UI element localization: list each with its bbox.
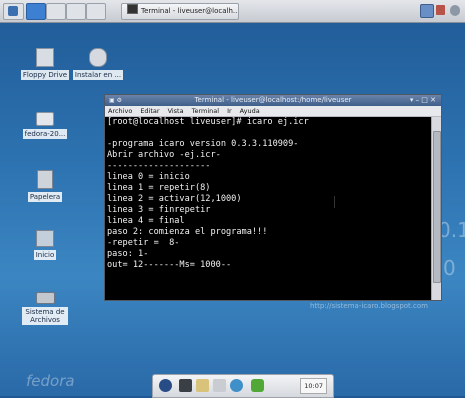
terminal-line: linea 1 = repetir(8) — [107, 183, 211, 193]
text-cursor-icon — [334, 196, 335, 208]
terminal-line: linea 3 = finrepetir — [107, 205, 211, 215]
browser-launcher-icon[interactable] — [230, 379, 243, 392]
terminal-line: Abrir archivo -ej.icr- — [107, 150, 221, 160]
fedora-logo-text: fedora — [26, 372, 75, 390]
terminal-launcher-icon[interactable] — [179, 379, 192, 392]
desktop-icon-label: Floppy Drive — [20, 70, 70, 80]
desktop-icon-installer[interactable]: Instalar en ... — [71, 48, 125, 80]
menu-archivo[interactable]: Archivo — [108, 107, 132, 115]
desktop-icon-fedora-disk[interactable]: fedora-20... — [18, 112, 72, 139]
workspace-4-button[interactable] — [86, 3, 106, 20]
terminal-icon — [127, 4, 138, 14]
menu-vista[interactable]: Vista — [168, 107, 184, 115]
terminal-titlebar[interactable]: ▣ ⚙ Terminal - liveuser@localhost:/home/… — [105, 95, 441, 106]
scrollbar-thumb[interactable] — [433, 131, 441, 283]
desktop-icon-label: Sistema de Archivos — [22, 307, 68, 325]
desktop-icon-floppy-drive[interactable]: Floppy Drive — [18, 48, 72, 80]
icaro-launcher-icon[interactable] — [251, 379, 264, 392]
power-icon[interactable] — [450, 5, 460, 16]
dock-clock[interactable]: 10:07 — [300, 378, 327, 394]
task-title: Terminal - liveuser@localh... — [141, 7, 239, 15]
taskbar-terminal-task[interactable]: Terminal - liveuser@localh... — [121, 3, 239, 20]
menu-ayuda[interactable]: Ayuda — [240, 107, 260, 115]
terminal-line: -------------------- — [107, 161, 211, 171]
files-launcher-icon[interactable] — [213, 379, 226, 392]
menu-editar[interactable]: Editar — [140, 107, 159, 115]
terminal-menubar: Archivo Editar Vista Terminal Ir Ayuda — [105, 106, 441, 117]
terminal-line: linea 2 = activar(12,1000) — [107, 194, 242, 204]
desktop-icon-label: Inicio — [33, 250, 57, 260]
terminal-line: -programa icaro version 0.3.3.110909- — [107, 139, 299, 149]
terminal-line: -repetir = 8- — [107, 238, 180, 248]
filesystem-icon — [35, 292, 55, 304]
editor-launcher-icon[interactable] — [196, 379, 209, 392]
desktop-icon-home[interactable]: Inicio — [18, 230, 72, 260]
terminal-line: [root@localhost liveuser]# icaro ej.icr — [107, 117, 309, 127]
workspace-1-button[interactable] — [26, 3, 46, 20]
system-tray — [420, 3, 465, 18]
floppy-drive-icon — [36, 48, 54, 67]
terminal-scrollbar[interactable] — [431, 117, 441, 300]
menu-ir[interactable]: Ir — [227, 107, 232, 115]
terminal-line: linea 4 = final — [107, 216, 185, 226]
wallpaper-digit-1: 0.1 — [438, 218, 465, 242]
terminal-title: Terminal - liveuser@localhost:/home/live… — [194, 96, 352, 104]
terminal-line: paso: 1- — [107, 249, 149, 259]
top-panel: Terminal - liveuser@localh... — [0, 0, 465, 23]
workspace-3-button[interactable] — [66, 3, 86, 20]
trash-icon — [37, 170, 53, 189]
terminal-line: paso 2: comienza el programa!!! — [107, 227, 268, 237]
desktop-icon-label: Papelera — [27, 192, 63, 202]
wallpaper-url: http://sistema-icaro.blogspot.com — [310, 302, 428, 310]
terminal-line: linea 0 = inicio — [107, 172, 190, 182]
workspace-2-button[interactable] — [46, 3, 66, 20]
installer-icon — [89, 48, 107, 67]
terminal-line: out= 12-------Ms= 1000-- — [107, 260, 232, 270]
window-menu-icon[interactable]: ▣ ⚙ — [109, 95, 122, 106]
network-icon[interactable] — [420, 4, 434, 18]
menu-terminal[interactable]: Terminal — [192, 107, 219, 115]
fedora-menu-icon — [8, 6, 18, 16]
disk-icon — [36, 112, 54, 126]
terminal-output[interactable]: [root@localhost liveuser]# icaro ej.icr … — [105, 117, 432, 300]
wallpaper-digit-2: 0 — [443, 256, 456, 280]
desktop-icon-label: Instalar en ... — [72, 70, 124, 80]
desktop-icon-filesystem[interactable]: Sistema de Archivos — [18, 292, 72, 325]
window-controls[interactable]: ▾ – □ ✕ — [410, 95, 436, 106]
terminal-window[interactable]: ▣ ⚙ Terminal - liveuser@localhost:/home/… — [104, 94, 442, 301]
bottom-dock: 10:07 — [152, 374, 334, 398]
app-menu-button[interactable] — [3, 3, 24, 20]
fedora-launcher-icon[interactable] — [159, 379, 172, 392]
home-folder-icon — [36, 230, 54, 247]
desktop-icon-trash[interactable]: Papelera — [18, 170, 72, 202]
volume-icon[interactable] — [436, 5, 445, 15]
desktop-icon-label: fedora-20... — [22, 129, 68, 139]
